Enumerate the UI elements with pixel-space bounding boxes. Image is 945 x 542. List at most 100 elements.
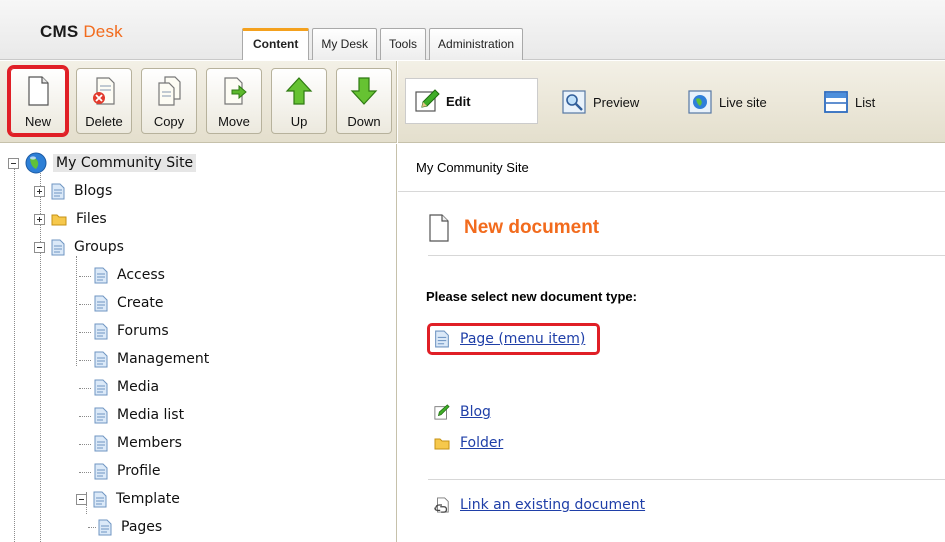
tree-node-media-list[interactable]: Media list <box>94 402 184 428</box>
folder-icon <box>51 214 67 226</box>
tab-administration[interactable]: Administration <box>429 28 524 60</box>
tree-node-blogs[interactable]: Blogs <box>34 178 112 204</box>
page-title-text: New document <box>464 217 600 238</box>
arrow-up-icon <box>285 77 313 105</box>
tree-node-members[interactable]: Members <box>94 430 182 456</box>
tree-node-label: Create <box>117 295 164 311</box>
tree-node-label: Media <box>117 379 160 395</box>
tree-node-profile[interactable]: Profile <box>94 458 161 484</box>
page-document-icon <box>98 519 112 535</box>
logo-desk-text: Desk <box>83 22 123 41</box>
copy-document-icon <box>158 76 181 106</box>
page-title: New document <box>428 214 599 242</box>
doc-type-blog[interactable]: Blog <box>434 403 491 421</box>
main-tabs: Content My Desk Tools Administration <box>242 28 526 60</box>
folder-link[interactable]: Folder <box>460 435 503 451</box>
app-logo: CMS Desk <box>40 22 123 42</box>
collapse-toggle-icon[interactable] <box>34 241 45 253</box>
delete-button[interactable]: Delete <box>76 68 132 134</box>
up-button[interactable]: Up <box>271 68 327 134</box>
blank-document-icon <box>429 214 449 242</box>
tree-node-label: Files <box>76 211 107 227</box>
new-button-label: New <box>24 114 51 129</box>
tab-my-desk[interactable]: My Desk <box>312 28 377 60</box>
tree-node-forums[interactable]: Forums <box>94 318 169 344</box>
page-document-icon <box>94 435 108 451</box>
delete-button-label: Delete <box>85 114 123 129</box>
preview-mode-label: Preview <box>593 94 640 110</box>
page-document-icon <box>94 323 108 339</box>
down-button[interactable]: Down <box>336 68 392 134</box>
edit-mode-label: Edit <box>446 93 471 109</box>
new-document-icon <box>28 76 49 106</box>
collapse-toggle-icon[interactable] <box>76 493 87 505</box>
title-divider <box>428 255 945 256</box>
tree-root-label: My Community Site <box>53 154 197 172</box>
tree-node-create[interactable]: Create <box>94 290 164 316</box>
link-divider <box>428 479 945 480</box>
tab-tools[interactable]: Tools <box>380 28 427 60</box>
live-site-label: Live site <box>719 94 767 110</box>
edit-pencil-icon <box>415 89 440 112</box>
link-document-icon <box>434 497 449 513</box>
tab-content[interactable]: Content <box>242 28 310 60</box>
view-mode-toolbar: Edit Preview Live site List <box>398 61 945 143</box>
move-document-icon <box>224 77 247 105</box>
new-button[interactable]: New <box>7 65 69 137</box>
site-globe-icon <box>25 152 47 174</box>
live-site-button[interactable]: Live site <box>687 79 767 125</box>
folder-icon <box>434 438 450 450</box>
preview-mode-button[interactable]: Preview <box>561 79 639 125</box>
link-existing-document-link[interactable]: Link an existing document <box>460 497 645 513</box>
tree-node-pages[interactable]: Pages <box>98 514 162 540</box>
tree-node-template[interactable]: Template <box>76 486 180 512</box>
expand-toggle-icon[interactable] <box>34 185 45 197</box>
tree-node-label: Template <box>116 491 180 507</box>
link-existing-document[interactable]: Link an existing document <box>434 496 645 514</box>
page-document-icon <box>51 183 65 199</box>
content-tree: My Community Site Blogs Files Groups Acc… <box>0 144 397 542</box>
select-type-prompt: Please select new document type: <box>426 289 637 304</box>
list-mode-label: List <box>855 94 876 110</box>
page-document-icon <box>94 295 108 311</box>
blog-edit-icon <box>434 404 450 420</box>
up-button-label: Up <box>290 114 308 129</box>
page-menu-item-link[interactable]: Page (menu item) <box>460 331 585 347</box>
tree-node-groups[interactable]: Groups <box>34 234 124 260</box>
collapse-toggle-icon[interactable] <box>8 157 19 169</box>
page-document-icon <box>435 330 449 348</box>
app-header: CMS Desk Content My Desk Tools Administr… <box>0 0 945 60</box>
page-document-icon <box>51 239 65 255</box>
tree-node-media[interactable]: Media <box>94 374 159 400</box>
tree-node-label: Management <box>117 351 210 367</box>
doc-type-folder[interactable]: Folder <box>434 434 503 452</box>
page-document-icon <box>94 407 108 423</box>
tree-node-files[interactable]: Files <box>34 206 107 232</box>
copy-button[interactable]: Copy <box>141 68 197 134</box>
move-button[interactable]: Move <box>206 68 262 134</box>
breadcrumb: My Community Site <box>398 144 945 192</box>
tree-node-label: Media list <box>117 407 185 423</box>
tree-node-label: Groups <box>74 239 124 255</box>
list-mode-button[interactable]: List <box>823 79 875 125</box>
tree-node-label: Forums <box>117 323 169 339</box>
move-button-label: Move <box>218 114 250 129</box>
arrow-down-icon <box>350 77 378 105</box>
tree-node-label: Members <box>117 435 182 451</box>
edit-mode-button[interactable]: Edit <box>405 78 538 124</box>
doc-type-page-item[interactable]: Page (menu item) <box>427 323 601 355</box>
tree-node-label: Profile <box>117 463 161 479</box>
tree-root-node[interactable]: My Community Site <box>8 150 197 176</box>
tree-node-access[interactable]: Access <box>94 262 165 288</box>
tree-node-label: Blogs <box>74 183 113 199</box>
page-document-icon <box>93 491 107 507</box>
live-site-globe-icon <box>688 90 712 114</box>
copy-button-label: Copy <box>153 114 185 129</box>
tree-node-management[interactable]: Management <box>94 346 209 372</box>
tree-node-label: Pages <box>121 519 163 535</box>
blog-link[interactable]: Blog <box>460 404 491 420</box>
logo-cms-text: CMS <box>40 22 79 41</box>
delete-document-icon <box>93 77 115 105</box>
expand-toggle-icon[interactable] <box>34 213 45 225</box>
page-document-icon <box>94 463 108 479</box>
